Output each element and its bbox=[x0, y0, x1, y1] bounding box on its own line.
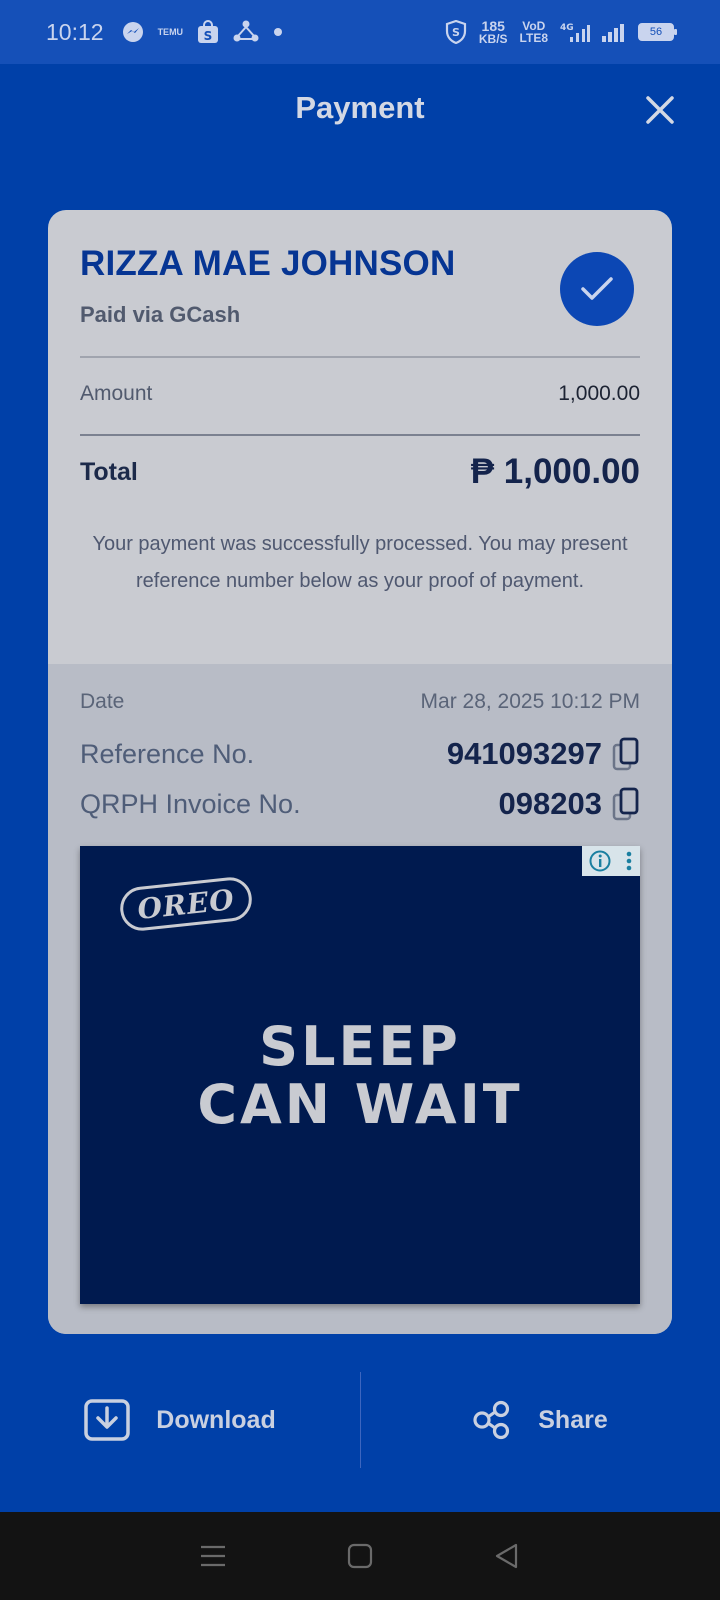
share-label: Share bbox=[538, 1405, 608, 1434]
amount-label: Amount bbox=[80, 382, 153, 405]
ad-headline: SLEEP CAN WAIT bbox=[80, 1018, 640, 1134]
total-value: ₱ 1,000.00 bbox=[470, 452, 640, 491]
svg-text:S: S bbox=[452, 26, 460, 39]
reference-row: Reference No. 941093297 bbox=[80, 736, 640, 772]
ad-line-1: SLEEP bbox=[259, 1015, 461, 1078]
total-row: Total ₱ 1,000.00 bbox=[80, 452, 640, 492]
share-app-icon bbox=[233, 20, 259, 44]
menu-icon bbox=[201, 1545, 226, 1567]
share-button[interactable]: Share bbox=[360, 1360, 720, 1480]
temu-icon: TEMU bbox=[157, 26, 184, 37]
copy-icon[interactable] bbox=[612, 787, 640, 821]
info-icon bbox=[589, 850, 611, 872]
receipt-summary: RIZZA MAE JOHNSON Paid via GCash Amount … bbox=[48, 210, 672, 664]
reference-value-group: 941093297 bbox=[447, 736, 640, 772]
back-icon bbox=[495, 1543, 517, 1569]
close-button[interactable] bbox=[642, 92, 678, 128]
close-icon bbox=[646, 96, 674, 124]
header: Payment bbox=[0, 64, 720, 156]
amount-row: Amount 1,000.00 bbox=[80, 382, 640, 406]
download-button[interactable]: Download bbox=[0, 1360, 360, 1480]
recipient-name: RIZZA MAE JOHNSON bbox=[80, 244, 456, 283]
divider bbox=[80, 434, 640, 436]
temu-label: TEMU bbox=[157, 26, 184, 37]
share-icon bbox=[473, 1400, 510, 1440]
network-speed: 185 KB/S bbox=[478, 19, 508, 46]
download-icon bbox=[84, 1399, 131, 1441]
ad-choices-badge[interactable] bbox=[582, 846, 640, 876]
signal-4g-icon: 4G bbox=[560, 21, 590, 43]
checkmark-icon bbox=[581, 277, 613, 300]
success-badge bbox=[560, 252, 634, 326]
battery-indicator: 56 bbox=[638, 23, 677, 41]
invoice-value-group: 098203 bbox=[499, 786, 640, 822]
divider bbox=[80, 356, 640, 358]
more-vertical-icon bbox=[626, 851, 632, 871]
reference-value: 941093297 bbox=[446, 736, 602, 771]
status-time: 10:12 bbox=[46, 18, 104, 45]
status-bar: 10:12 TEMU S S 185 KB/S VoD LTE8 4G 56 bbox=[0, 0, 720, 64]
volte-bottom: LTE8 bbox=[519, 31, 548, 45]
action-bar: Download Share bbox=[0, 1360, 720, 1480]
dot-icon bbox=[273, 27, 283, 37]
invoice-row: QRPH Invoice No. 098203 bbox=[80, 786, 640, 822]
copy-icon[interactable] bbox=[612, 737, 640, 771]
date-row: Date Mar 28, 2025 10:12 PM bbox=[80, 690, 640, 714]
download-label: Download bbox=[156, 1405, 276, 1434]
messenger-icon bbox=[122, 21, 144, 43]
volte-indicator: VoD LTE8 bbox=[520, 20, 548, 44]
invoice-value: 098203 bbox=[498, 786, 602, 821]
payment-method: Paid via GCash bbox=[80, 302, 241, 327]
shop-label: S bbox=[204, 29, 213, 43]
receipt-card: RIZZA MAE JOHNSON Paid via GCash Amount … bbox=[48, 210, 672, 1334]
back-button[interactable] bbox=[487, 1536, 527, 1576]
amount-value: 1,000.00 bbox=[558, 382, 640, 405]
shield-icon: S bbox=[445, 20, 467, 44]
total-label: Total bbox=[80, 457, 138, 486]
date-label: Date bbox=[80, 690, 125, 713]
reference-label: Reference No. bbox=[80, 738, 255, 769]
home-button[interactable] bbox=[340, 1536, 380, 1576]
date-value: Mar 28, 2025 10:12 PM bbox=[420, 690, 640, 713]
system-nav-bar bbox=[0, 1512, 720, 1600]
network-label: 4G bbox=[560, 23, 574, 33]
speed-unit: KB/S bbox=[478, 31, 508, 46]
home-icon bbox=[347, 1543, 373, 1569]
oreo-logo: OREO bbox=[118, 875, 254, 933]
success-message: Your payment was successfully processed.… bbox=[92, 533, 628, 592]
shopee-icon: S bbox=[197, 20, 219, 44]
status-right: S 185 KB/S VoD LTE8 4G 56 bbox=[445, 19, 677, 46]
signal-icon bbox=[602, 22, 626, 42]
invoice-label: QRPH Invoice No. bbox=[80, 788, 301, 819]
page-title: Payment bbox=[295, 90, 425, 125]
ad-line-2: CAN WAIT bbox=[197, 1073, 523, 1136]
recent-apps-button[interactable] bbox=[193, 1536, 233, 1576]
action-divider bbox=[360, 1372, 361, 1468]
receipt-details: Date Mar 28, 2025 10:12 PM Reference No.… bbox=[48, 664, 672, 1334]
advertisement[interactable]: OREO SLEEP CAN WAIT bbox=[80, 846, 640, 1304]
